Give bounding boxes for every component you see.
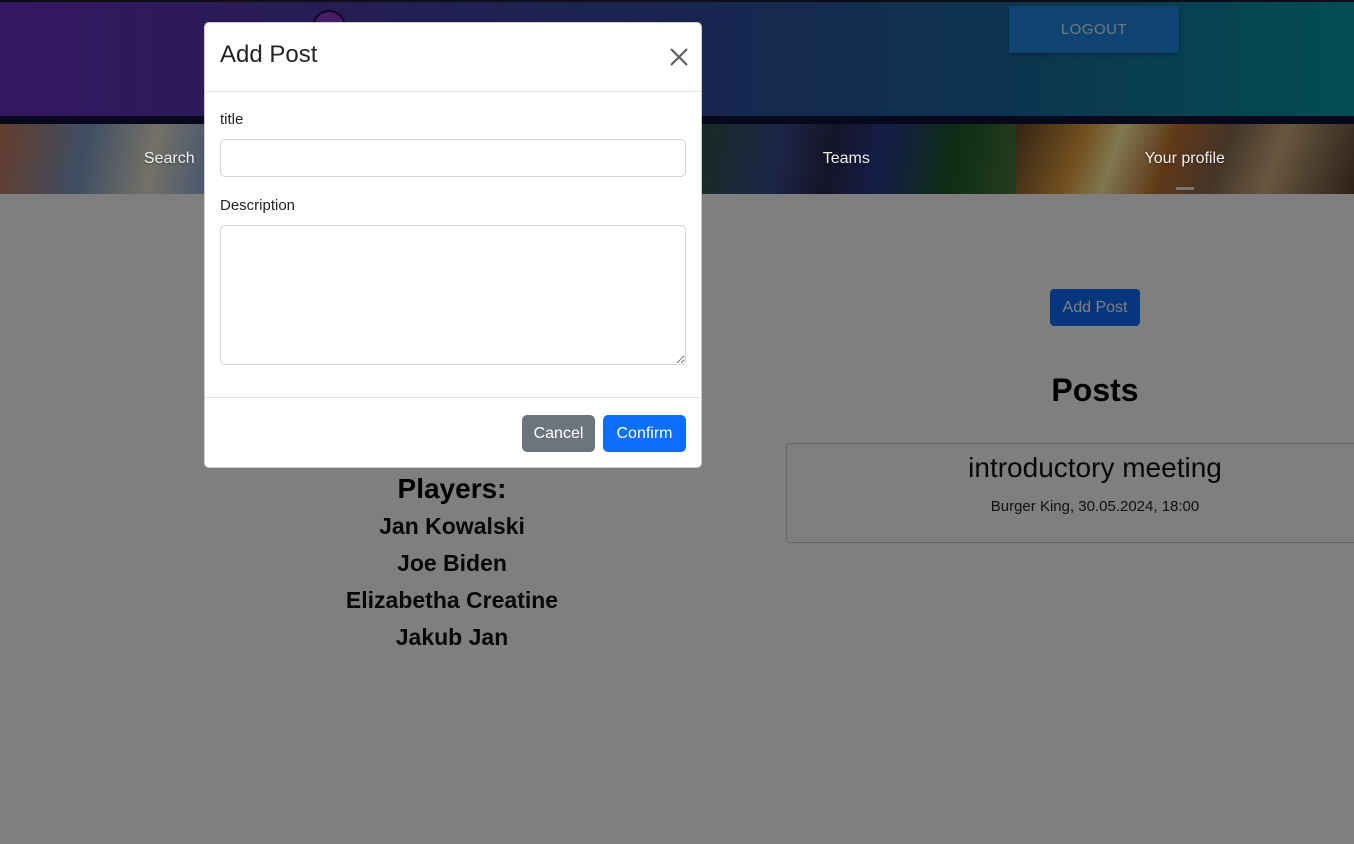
close-icon [670, 48, 688, 66]
modal-footer: Cancel Confirm [205, 397, 701, 467]
close-button[interactable] [665, 43, 693, 71]
description-input[interactable] [220, 225, 686, 365]
nav-item-label: Teams [822, 150, 870, 167]
modal-header: Add Post [205, 23, 701, 92]
description-field-label: Description [220, 197, 296, 214]
confirm-button[interactable]: Confirm [603, 415, 686, 452]
nav-item-label: Search [143, 150, 195, 167]
nav-item-label: Your profile [1144, 150, 1225, 167]
title-input[interactable] [220, 139, 686, 177]
title-field-label: title [220, 111, 244, 128]
cancel-button[interactable]: Cancel [522, 415, 595, 452]
add-post-modal: Add Post title Description Cancel Confir… [204, 22, 702, 468]
modal-title: Add Post [220, 41, 318, 68]
